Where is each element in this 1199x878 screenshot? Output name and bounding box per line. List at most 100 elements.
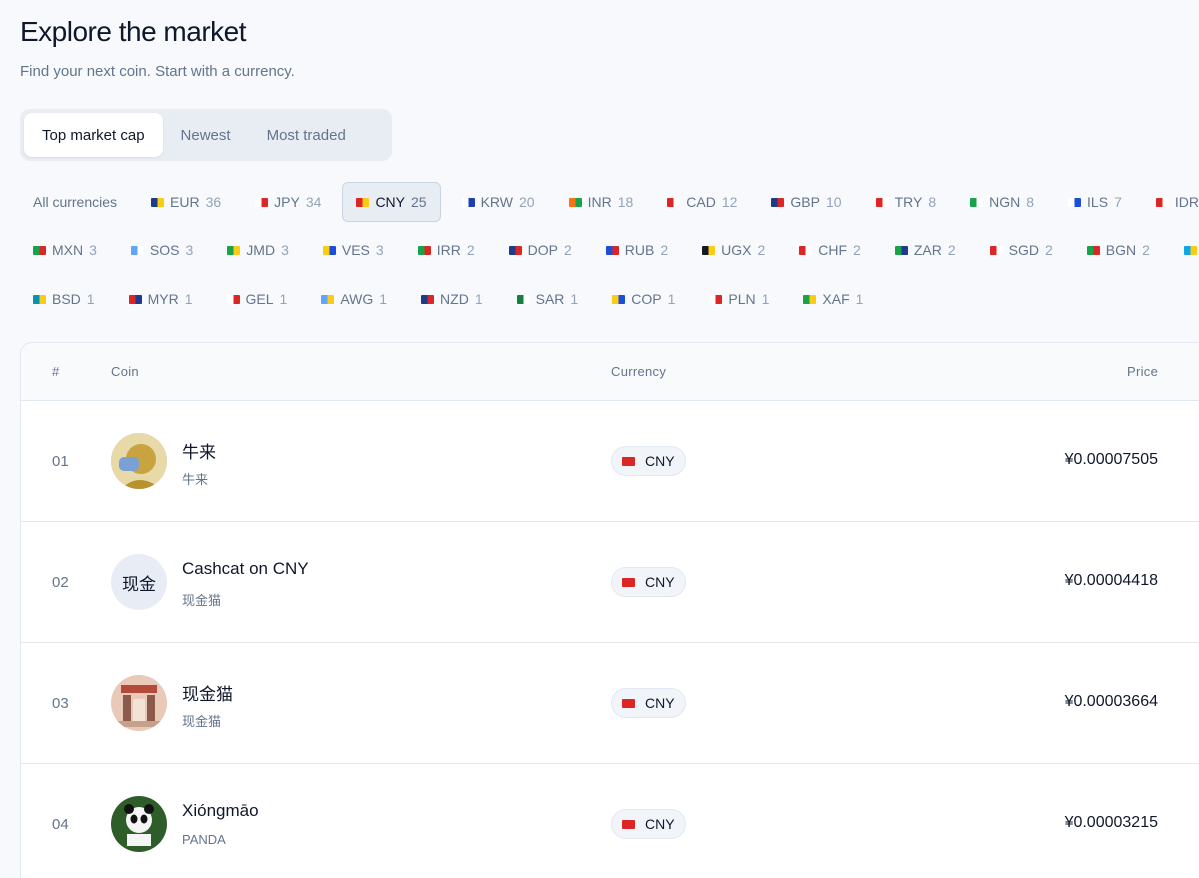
sos-flag-icon: [130, 245, 144, 255]
sort-tabs: Top market cap Newest Most traded: [20, 109, 392, 161]
currency-chip-dop[interactable]: DOP 2: [496, 230, 585, 270]
krw-flag-icon: [461, 197, 475, 207]
currency-chip-krw[interactable]: KRW 20: [449, 182, 548, 222]
currency-code: IRR: [436, 242, 461, 258]
currency-count: 18: [617, 194, 634, 210]
sgd-flag-icon: [989, 245, 1003, 255]
currency-code: PLN: [728, 291, 756, 307]
currency-count: 1: [86, 291, 95, 307]
currency-chip-xaf[interactable]: XAF 1: [790, 279, 876, 319]
currency-code: XAF: [822, 291, 850, 307]
currency-code: JPY: [274, 194, 300, 210]
coin-avatar: [111, 675, 167, 731]
currency-chip-cny[interactable]: CNY 25: [342, 182, 441, 222]
currency-filter-row: All currencies EUR 36 JPY 34 CNY 25 KRW 20 INR 18…: [20, 182, 1199, 222]
currency-chip-bsd[interactable]: BSD 1: [20, 279, 108, 319]
column-header-currency[interactable]: Currency: [611, 364, 666, 379]
currency-code: SOS: [149, 242, 180, 258]
currency-count: 3: [89, 242, 97, 258]
currency-chip-irr[interactable]: IRR 2: [405, 230, 488, 270]
currency-chip-zar[interactable]: ZAR 2: [882, 230, 969, 270]
currency-badge: CNY: [611, 446, 686, 476]
currency-chip-kzt[interactable]: KZT: [1171, 230, 1199, 270]
currency-chip-ils[interactable]: ILS 7: [1055, 182, 1135, 222]
currency-count: 2: [563, 242, 572, 258]
currency-code: BSD: [52, 291, 81, 307]
currency-chip-rub[interactable]: RUB 2: [593, 230, 681, 270]
currency-code: CNY: [645, 453, 675, 469]
currency-count: 3: [281, 242, 289, 258]
kzt-flag-icon: [1183, 245, 1197, 255]
currency-chip-chf[interactable]: CHF 2: [786, 230, 874, 270]
currency-code: MXN: [52, 242, 84, 258]
currency-count: 2: [466, 242, 475, 258]
tab-top-market-cap[interactable]: Top market cap: [24, 113, 163, 157]
currency-count: 2: [1044, 242, 1053, 258]
table-row[interactable]: 01 牛来 牛来 CNY ¥0.00007505: [21, 401, 1199, 522]
currency-chip-sar[interactable]: SAR 1: [504, 279, 592, 319]
currency-chip-sgd[interactable]: SGD 2: [977, 230, 1066, 270]
currency-count: 36: [205, 194, 222, 210]
currency-code: ZAR: [913, 242, 942, 258]
currency-code: KRW: [480, 194, 513, 210]
coin-ticker: PANDA: [182, 832, 226, 847]
currency-count: 1: [667, 291, 676, 307]
currency-chip-jpy[interactable]: JPY 34: [242, 182, 334, 222]
currency-chip-myr[interactable]: MYR 1: [116, 279, 206, 319]
currency-count: 8: [1026, 194, 1035, 210]
coin-name: Xióngmāo: [182, 801, 259, 820]
cny-flag-icon: [622, 456, 635, 466]
currency-code: AWG: [340, 291, 374, 307]
currency-count: 1: [761, 291, 770, 307]
coin-ticker: 现金猫: [182, 714, 222, 729]
coin-table: # Coin Currency Price 01 牛来 牛来 CNY ¥0.00…: [20, 342, 1199, 878]
cad-flag-icon: [667, 197, 681, 207]
currency-chip-mxn[interactable]: MXN 3: [20, 230, 110, 270]
currency-code: CNY: [645, 816, 675, 832]
currency-chip-inr[interactable]: INR 18: [556, 182, 647, 222]
currency-chip-nzd[interactable]: NZD 1: [408, 279, 496, 319]
currency-chip-pln[interactable]: PLN 1: [696, 279, 782, 319]
tab-most-traded[interactable]: Most traded: [249, 113, 364, 157]
cop-flag-icon: [612, 294, 626, 304]
currency-count: 20: [519, 194, 535, 210]
currency-chip-all[interactable]: All currencies: [20, 182, 130, 222]
currency-chip-sos[interactable]: SOS 3: [118, 230, 206, 270]
currency-chip-gel[interactable]: GEL 1: [214, 279, 301, 319]
currency-chip-cad[interactable]: CAD 12: [654, 182, 750, 222]
currency-code: RUB: [624, 242, 655, 258]
currency-chip-awg[interactable]: AWG 1: [308, 279, 400, 319]
table-row[interactable]: 04 Xióngmāo PANDA CNY ¥0.00003215: [21, 764, 1199, 878]
currency-count: 12: [721, 194, 738, 210]
currency-chip-bgn[interactable]: BGN 2: [1074, 230, 1163, 270]
coin-avatar: [111, 433, 167, 489]
currency-code: CNY: [645, 574, 675, 590]
tab-newest[interactable]: Newest: [163, 113, 249, 157]
mxn-flag-icon: [33, 245, 46, 255]
currency-code: NZD: [440, 291, 469, 307]
row-number: 02: [52, 574, 69, 591]
table-row[interactable]: 03 现金猫 现金猫 CNY ¥0.00003664: [21, 643, 1199, 764]
currency-chip-ves[interactable]: VES 3: [310, 230, 397, 270]
currency-count: 1: [279, 291, 288, 307]
currency-code: EUR: [170, 194, 200, 210]
currency-chip-ngn[interactable]: NGN 8: [957, 182, 1047, 222]
cny-flag-icon: [622, 698, 635, 708]
currency-code: COP: [631, 291, 662, 307]
currency-chip-cop[interactable]: COP 1: [599, 279, 688, 319]
xaf-flag-icon: [803, 294, 817, 304]
column-header-num: #: [52, 364, 60, 379]
currency-code: TRY: [894, 194, 923, 210]
table-row[interactable]: 02 现金 Cashcat on CNY 现金猫 CNY ¥0.00004418: [21, 522, 1199, 643]
currency-chip-try[interactable]: TRY 8: [863, 182, 950, 222]
ngn-flag-icon: [970, 197, 984, 207]
column-header-price[interactable]: Price: [1127, 364, 1158, 379]
currency-chip-eur[interactable]: EUR 36: [138, 182, 234, 222]
currency-chip-gbp[interactable]: GBP 10: [758, 182, 854, 222]
currency-chip-ugx[interactable]: UGX 2: [689, 230, 778, 270]
currency-code: IDR: [1174, 194, 1199, 210]
currency-chip-jmd[interactable]: JMD 3: [214, 230, 302, 270]
cny-flag-icon: [356, 197, 370, 207]
currency-chip-idr[interactable]: IDR7: [1143, 182, 1199, 222]
rub-flag-icon: [605, 245, 619, 255]
